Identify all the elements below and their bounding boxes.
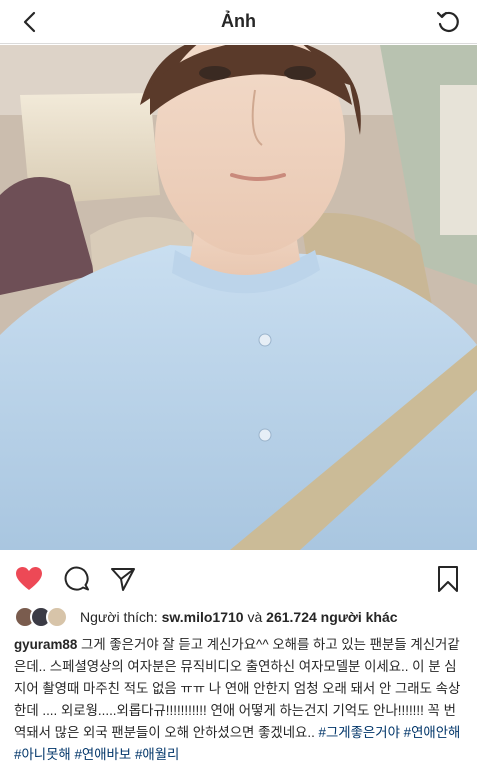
hashtag[interactable]: #연애안해 xyxy=(404,725,461,740)
hashtag[interactable]: #그게좋은거야 xyxy=(319,725,400,740)
refresh-icon xyxy=(436,11,459,33)
liker-username[interactable]: sw.milo1710 xyxy=(162,609,244,625)
refresh-button[interactable] xyxy=(433,7,463,37)
hashtag[interactable]: #애월리 xyxy=(135,747,179,762)
comment-button[interactable] xyxy=(62,564,92,594)
hashtag[interactable]: #아니못해 xyxy=(14,747,71,762)
comment-icon xyxy=(64,566,89,591)
selfie-image xyxy=(0,45,477,550)
hashtag[interactable]: #연애바보 xyxy=(74,747,131,762)
bookmark-icon xyxy=(438,566,458,592)
chevron-left-icon xyxy=(23,11,36,33)
page-title: Ảnh xyxy=(221,11,256,31)
save-button[interactable] xyxy=(433,564,463,594)
action-bar xyxy=(0,556,477,600)
avatar xyxy=(46,606,68,628)
top-bar: Ảnh xyxy=(0,0,477,44)
likes-conjunction: và xyxy=(247,609,263,625)
likes-prefix: Người thích: xyxy=(80,609,158,625)
liker-avatars xyxy=(14,606,72,628)
caption-username[interactable]: gyuram88 xyxy=(14,637,77,652)
heart-filled-icon xyxy=(16,567,42,590)
share-button[interactable] xyxy=(108,564,138,594)
send-icon xyxy=(111,568,135,591)
likes-summary[interactable]: Người thích: sw.milo1710 và 261.724 ngườ… xyxy=(14,604,398,630)
post-photo[interactable] xyxy=(0,45,477,550)
like-button[interactable] xyxy=(14,564,44,594)
back-button[interactable] xyxy=(16,8,44,36)
post-caption: gyuram88 그게 좋은거야 잘 듣고 계신가요^^ 오해를 하고 있는 팬… xyxy=(14,634,466,766)
likes-count[interactable]: 261.724 người khác xyxy=(266,609,397,625)
